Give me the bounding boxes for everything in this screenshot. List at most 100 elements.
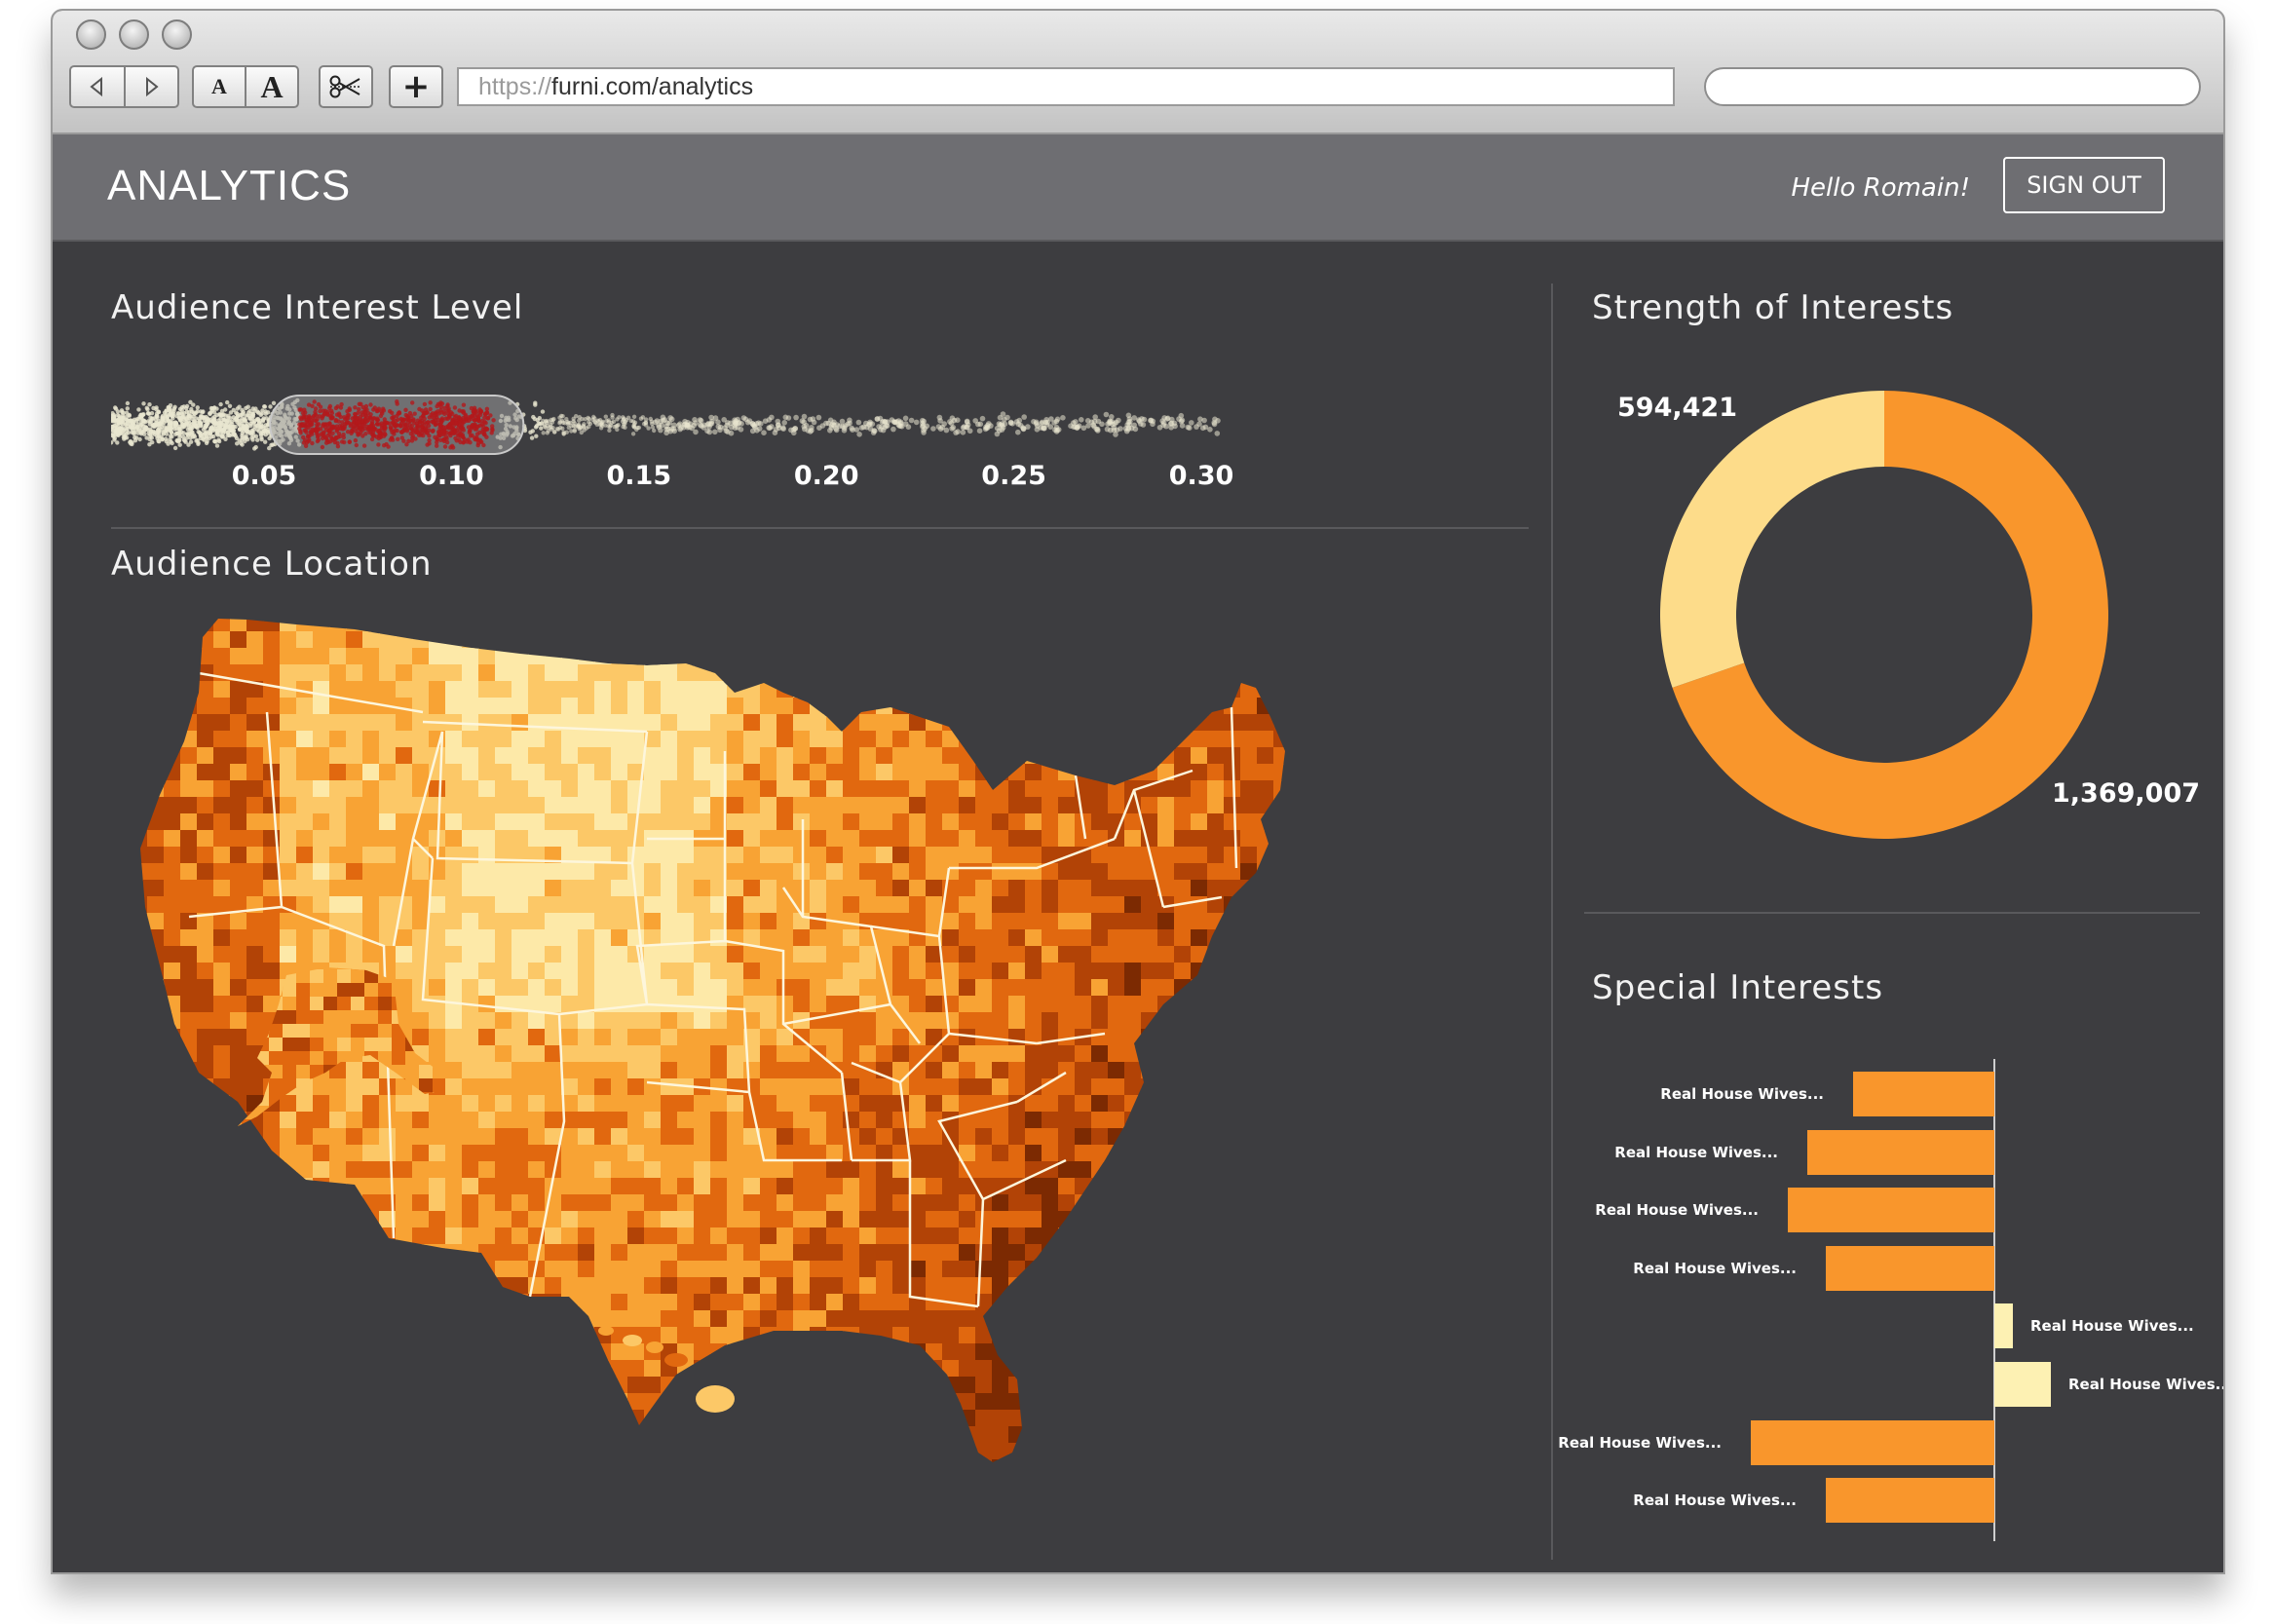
county-cell[interactable] <box>743 813 761 831</box>
county-cell[interactable] <box>1191 747 1208 765</box>
county-cell[interactable] <box>1174 780 1192 798</box>
county-cell[interactable] <box>1008 1029 1026 1046</box>
county-cell[interactable] <box>131 813 148 831</box>
county-cell[interactable] <box>727 1211 744 1228</box>
county-cell[interactable] <box>131 913 148 930</box>
county-cell[interactable] <box>727 698 744 715</box>
county-cell[interactable] <box>859 714 877 732</box>
county-cell[interactable] <box>412 996 430 1013</box>
county-cell[interactable] <box>230 963 247 980</box>
county-cell[interactable] <box>213 847 231 864</box>
county-cell[interactable] <box>694 1145 711 1162</box>
county-cell[interactable] <box>379 1194 397 1212</box>
county-cell[interactable] <box>445 929 463 947</box>
county-cell[interactable] <box>843 1161 860 1179</box>
county-cell[interactable] <box>611 1145 628 1162</box>
county-cell[interactable] <box>1091 631 1109 649</box>
county-cell[interactable] <box>346 780 363 798</box>
county-cell[interactable] <box>197 780 214 798</box>
county-cell[interactable] <box>892 780 910 798</box>
county-cell[interactable] <box>528 1062 546 1079</box>
county-cell[interactable] <box>1008 797 1026 814</box>
county-cell[interactable] <box>147 764 165 781</box>
county-cell[interactable] <box>627 1012 645 1030</box>
county-cell[interactable] <box>462 1095 479 1113</box>
county-cell[interactable] <box>644 1194 662 1212</box>
county-cell[interactable] <box>826 698 844 715</box>
county-cell[interactable] <box>1075 648 1092 665</box>
county-cell[interactable] <box>1207 780 1225 798</box>
county-cell[interactable] <box>942 1045 960 1063</box>
county-cell[interactable] <box>313 631 330 649</box>
county-cell[interactable] <box>1124 896 1142 914</box>
county-cell[interactable] <box>1174 1211 1192 1228</box>
county-cell[interactable] <box>379 731 397 748</box>
county-cell[interactable] <box>445 648 463 665</box>
county-cell[interactable] <box>313 863 330 881</box>
county-cell[interactable] <box>462 813 479 831</box>
county-cell[interactable] <box>1191 1062 1208 1079</box>
county-cell[interactable] <box>975 830 993 848</box>
county-cell[interactable] <box>627 615 645 632</box>
county-cell[interactable] <box>992 747 1009 765</box>
county-cell[interactable] <box>959 863 976 881</box>
county-cell[interactable] <box>1257 813 1274 831</box>
county-cell[interactable] <box>445 1095 463 1113</box>
county-cell[interactable] <box>644 780 662 798</box>
county-cell[interactable] <box>859 731 877 748</box>
county-cell[interactable] <box>1157 1178 1175 1195</box>
county-cell[interactable] <box>131 963 148 980</box>
county-cell[interactable] <box>1008 1112 1026 1129</box>
county-cell[interactable] <box>743 764 761 781</box>
county-cell[interactable] <box>876 1012 893 1030</box>
county-cell[interactable] <box>362 747 380 765</box>
county-cell[interactable] <box>379 1128 397 1146</box>
county-cell[interactable] <box>528 1029 546 1046</box>
county-cell[interactable] <box>495 1112 512 1129</box>
county-cell[interactable] <box>346 648 363 665</box>
county-cell[interactable] <box>743 664 761 682</box>
county-cell[interactable] <box>644 1112 662 1129</box>
county-cell[interactable] <box>859 963 877 980</box>
county-cell[interactable] <box>644 681 662 699</box>
county-cell[interactable] <box>1141 1012 1158 1030</box>
county-cell[interactable] <box>611 615 628 632</box>
county-cell[interactable] <box>296 896 314 914</box>
county-cell[interactable] <box>677 1145 695 1162</box>
county-cell[interactable] <box>1075 797 1092 814</box>
county-cell[interactable] <box>909 880 927 897</box>
county-cell[interactable] <box>147 714 165 732</box>
county-cell[interactable] <box>164 929 181 947</box>
county-cell[interactable] <box>462 896 479 914</box>
county-cell[interactable] <box>975 880 993 897</box>
county-cell[interactable] <box>131 797 148 814</box>
county-cell[interactable] <box>164 764 181 781</box>
county-cell[interactable] <box>876 1045 893 1063</box>
county-cell[interactable] <box>1108 1145 1125 1162</box>
county-cell[interactable] <box>511 1062 529 1079</box>
county-cell[interactable] <box>478 1178 496 1195</box>
county-cell[interactable] <box>710 631 728 649</box>
county-cell[interactable] <box>1124 1062 1142 1079</box>
county-cell[interactable] <box>627 913 645 930</box>
county-cell[interactable] <box>346 813 363 831</box>
county-cell[interactable] <box>1240 698 1258 715</box>
county-cell[interactable] <box>246 615 264 632</box>
county-cell[interactable] <box>263 615 281 632</box>
county-cell[interactable] <box>677 1194 695 1212</box>
county-cell[interactable] <box>1157 929 1175 947</box>
county-cell[interactable] <box>1240 780 1258 798</box>
county-cell[interactable] <box>495 1145 512 1162</box>
county-cell[interactable] <box>246 797 264 814</box>
county-cell[interactable] <box>777 764 794 781</box>
county-cell[interactable] <box>362 863 380 881</box>
county-cell[interactable] <box>677 1178 695 1195</box>
font-larger-button[interactable]: A <box>245 67 297 106</box>
county-cell[interactable] <box>147 830 165 848</box>
county-cell[interactable] <box>1141 1095 1158 1113</box>
font-smaller-button[interactable]: A <box>194 67 245 106</box>
county-cell[interactable] <box>694 863 711 881</box>
county-cell[interactable] <box>1025 648 1042 665</box>
county-cell[interactable] <box>1273 664 1291 682</box>
county-cell[interactable] <box>892 979 910 997</box>
